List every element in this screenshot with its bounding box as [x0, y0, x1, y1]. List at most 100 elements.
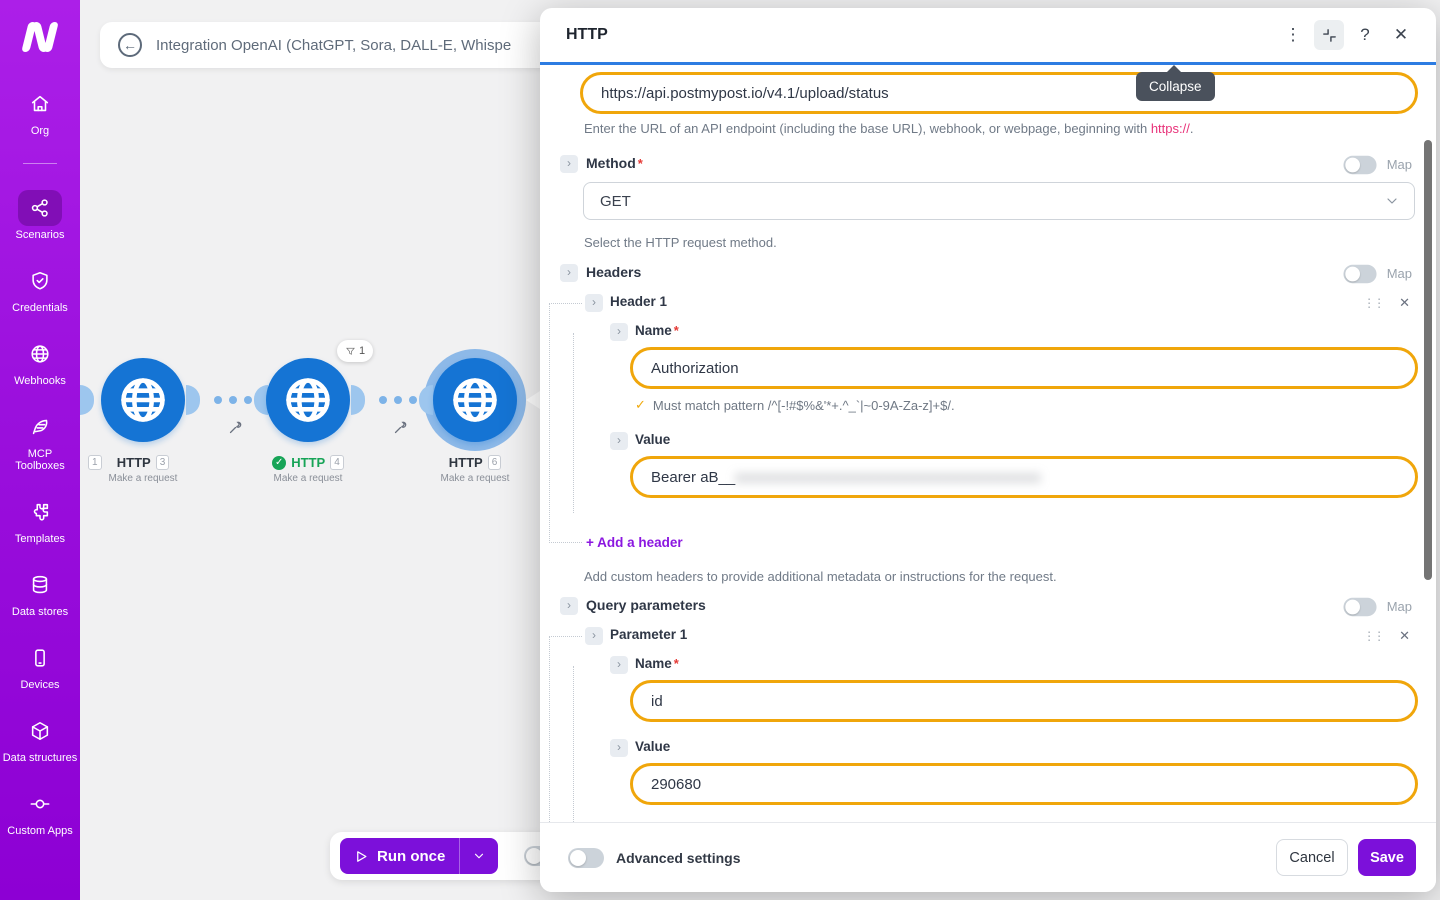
- headers-label: Headers: [586, 264, 641, 280]
- collapse-icon[interactable]: [1314, 20, 1344, 50]
- header1-label: Header 1: [610, 294, 667, 309]
- run-once-label: Run once: [377, 848, 445, 865]
- sidebar-item-custom-apps[interactable]: Custom Apps: [0, 786, 80, 837]
- http-globe-icon: [282, 374, 334, 426]
- filter-count: 1: [359, 345, 365, 357]
- nesting-guide: [573, 333, 574, 513]
- check-icon: ✓: [635, 397, 646, 413]
- drag-handle[interactable]: ⋮⋮: [1363, 296, 1383, 310]
- close-icon[interactable]: ✕: [1386, 20, 1416, 50]
- map-label: Map: [1387, 266, 1412, 281]
- header-value-label: Value: [635, 432, 670, 447]
- url-help-text: Enter the URL of an API endpoint (includ…: [584, 121, 1193, 136]
- expand-chevron[interactable]: ›: [560, 264, 578, 282]
- sidebar-item-webhooks[interactable]: Webhooks: [0, 336, 80, 387]
- sidebar-item-mcp-toolboxes[interactable]: MCP Toolboxes: [0, 409, 80, 472]
- sidebar-item-data-stores[interactable]: Data stores: [0, 567, 80, 618]
- connector-stub: [186, 385, 200, 415]
- expand-chevron[interactable]: ›: [610, 656, 628, 674]
- pattern-note: ✓ Must match pattern /^[-!#$%&'*+.^_`|~0…: [635, 397, 955, 413]
- wrench-icon[interactable]: [393, 420, 408, 440]
- module-name: HTTP: [449, 455, 483, 470]
- help-icon[interactable]: ?: [1350, 20, 1380, 50]
- param-name-label: Name*: [635, 656, 679, 671]
- sidebar-item-devices[interactable]: Devices: [0, 640, 80, 691]
- play-icon: [354, 849, 369, 864]
- connector-stub: [351, 385, 365, 415]
- expand-chevron[interactable]: ›: [610, 739, 628, 757]
- sidebar-item-org[interactable]: Org: [0, 86, 80, 137]
- scrollbar-thumb[interactable]: [1424, 140, 1432, 580]
- save-button[interactable]: Save: [1358, 839, 1416, 876]
- param-value-label: Value: [635, 739, 670, 754]
- query-map-toggle[interactable]: [1343, 598, 1376, 616]
- chevron-down-icon: [1384, 193, 1400, 209]
- method-label: Method*: [586, 155, 643, 171]
- phone-icon: [18, 640, 62, 676]
- expand-chevron[interactable]: ›: [585, 294, 603, 312]
- method-select[interactable]: GET: [583, 182, 1415, 220]
- panel-title: HTTP: [566, 26, 608, 44]
- sidebar-item-label: Credentials: [2, 302, 78, 314]
- expand-chevron[interactable]: ›: [560, 597, 578, 615]
- module-name: HTTP: [117, 455, 151, 470]
- module-number-badge: 6: [488, 455, 502, 470]
- module-label: HTTP6 Make a request: [405, 455, 545, 484]
- panel-pointer: [526, 391, 540, 409]
- connector-dots: [214, 396, 252, 404]
- module-http-6[interactable]: [433, 358, 517, 442]
- run-options-chevron[interactable]: [460, 849, 498, 863]
- add-header-link[interactable]: + Add a header: [586, 535, 683, 550]
- filter-icon: [345, 346, 356, 357]
- header-name-input[interactable]: [630, 347, 1418, 389]
- expand-chevron[interactable]: ›: [560, 155, 578, 173]
- sidebar-item-templates[interactable]: Templates: [0, 494, 80, 545]
- sidebar-item-label: Data structures: [2, 752, 78, 764]
- module-http-4[interactable]: [266, 358, 350, 442]
- sidebar-item-credentials[interactable]: Credentials: [0, 263, 80, 314]
- advanced-settings-toggle[interactable]: [568, 848, 604, 868]
- sidebar-item-label: Org: [2, 125, 78, 137]
- module-subtitle: Make a request: [73, 473, 213, 484]
- url-input[interactable]: [580, 72, 1418, 114]
- panel-body: Enter the URL of an API endpoint (includ…: [540, 65, 1436, 822]
- sidebar-item-scenarios[interactable]: Scenarios: [0, 190, 80, 241]
- make-logo[interactable]: [25, 16, 55, 52]
- connector-stub: [80, 385, 94, 415]
- headers-help-text: Add custom headers to provide additional…: [584, 569, 1057, 584]
- drag-handle[interactable]: ⋮⋮: [1363, 629, 1383, 643]
- cancel-button[interactable]: Cancel: [1276, 839, 1348, 876]
- method-map-toggle[interactable]: [1343, 156, 1376, 174]
- header-value-input[interactable]: Bearer aB__xxxxxxxxxxxxxxxxxxxxxxxxxxxxx…: [630, 456, 1418, 498]
- http-globe-icon: [449, 374, 501, 426]
- http-settings-panel: HTTP ⋮ ? ✕ Enter the URL of an API endpo…: [540, 8, 1436, 892]
- expand-chevron[interactable]: ›: [585, 627, 603, 645]
- database-icon: [18, 567, 62, 603]
- map-label: Map: [1387, 599, 1412, 614]
- https-link[interactable]: https://: [1151, 121, 1190, 136]
- module-label: HTTP3 Make a request: [73, 455, 213, 484]
- sidebar-item-data-structures[interactable]: Data structures: [0, 713, 80, 764]
- remove-parameter-icon[interactable]: ✕: [1399, 628, 1410, 644]
- sidebar-item-label: Data stores: [2, 606, 78, 618]
- filter-count-badge[interactable]: 1: [337, 340, 373, 362]
- back-button[interactable]: ←: [118, 33, 142, 57]
- module-subtitle: Make a request: [238, 473, 378, 484]
- advanced-settings-label: Advanced settings: [616, 850, 740, 866]
- sidebar-item-label: Templates: [2, 533, 78, 545]
- wrench-icon[interactable]: [228, 420, 243, 440]
- map-label: Map: [1387, 157, 1412, 172]
- expand-chevron[interactable]: ›: [610, 323, 628, 341]
- run-once-button[interactable]: Run once: [340, 838, 498, 874]
- module-http-3[interactable]: [101, 358, 185, 442]
- scenario-title: Integration OpenAI (ChatGPT, Sora, DALL-…: [156, 37, 511, 54]
- headers-map-toggle[interactable]: [1343, 265, 1376, 283]
- shield-check-icon: [18, 263, 62, 299]
- param-name-input[interactable]: [630, 680, 1418, 722]
- expand-chevron[interactable]: ›: [610, 432, 628, 450]
- connector-stub: [419, 385, 433, 415]
- feather-icon: [18, 409, 62, 445]
- remove-header-icon[interactable]: ✕: [1399, 295, 1410, 311]
- kebab-menu-icon[interactable]: ⋮: [1278, 20, 1308, 50]
- param-value-input[interactable]: [630, 763, 1418, 805]
